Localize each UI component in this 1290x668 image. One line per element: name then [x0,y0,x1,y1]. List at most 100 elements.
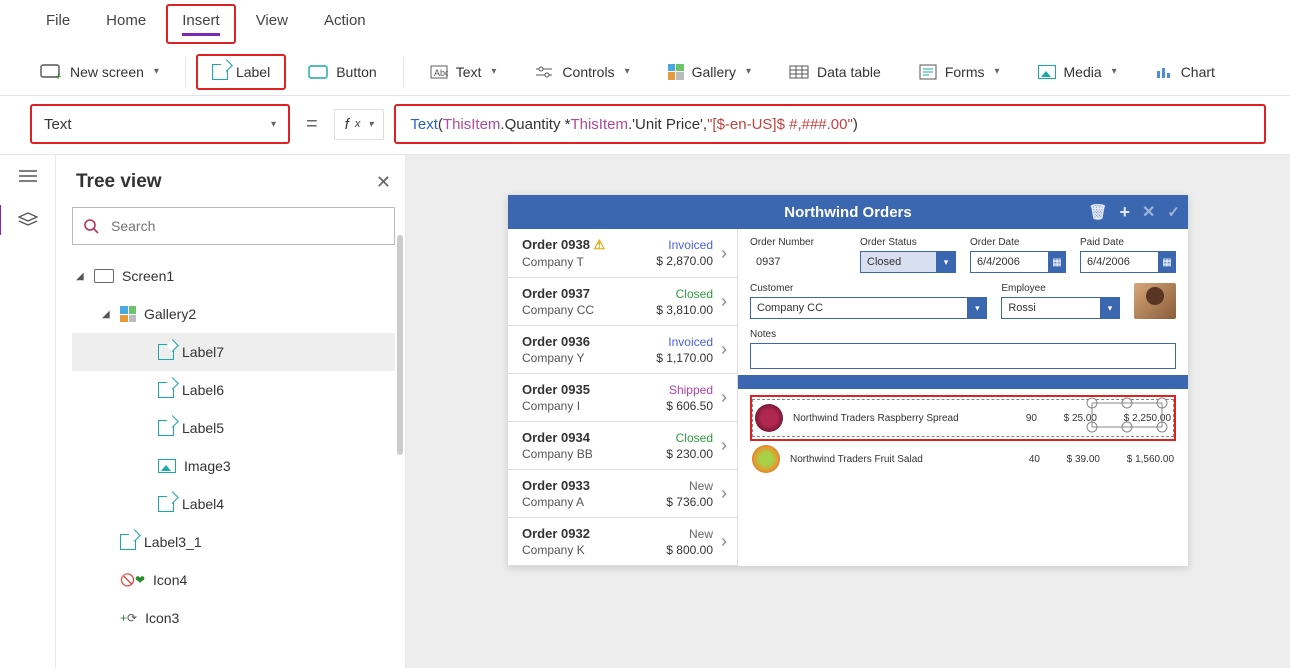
app-title: Northwind Orders [784,204,912,221]
order-row[interactable]: Order 0937Company CC Closed$ 3,810.00 › [508,278,737,326]
order-row[interactable]: Order 0933Company A New$ 736.00 › [508,470,737,518]
confirm-icon[interactable]: ✓ [1167,203,1180,221]
insert-datatable-button[interactable]: Data table [773,54,897,90]
tree-node-label6[interactable]: Label6 [72,371,395,409]
label-icon [158,344,174,360]
insert-label-button[interactable]: Label [196,54,286,90]
tree-node-label5[interactable]: Label5 [72,409,395,447]
order-row[interactable]: Order 0934Company BB Closed$ 230.00 › [508,422,737,470]
section-divider [738,375,1188,389]
menu-bar: File Home Insert View Action [0,0,1290,48]
label-icon [120,534,136,550]
insert-gallery-button[interactable]: Gallery▾ [652,54,767,90]
tree-node-screen1[interactable]: ◢Screen1 [72,257,395,295]
property-selector[interactable]: Text ▾ [30,104,290,144]
svg-text:Abc: Abc [434,68,448,78]
notes-input[interactable] [750,343,1176,369]
tree: ◢Screen1 ◢Gallery2 Label7 Label6 Label5 … [72,257,395,637]
add-icon[interactable]: + [1120,202,1131,223]
ribbon: + New screen▾ Label Button Abc Text▾ Con… [0,48,1290,96]
customer-dropdown[interactable]: Company CC▾ [750,297,987,319]
new-screen-label: New screen [70,64,144,80]
line-item-total: $ 1,560.00 [1110,454,1174,465]
insert-text-button[interactable]: Abc Text▾ [414,54,513,90]
chevron-down-icon: ▾ [625,66,630,77]
label-status: Order Status [860,237,956,248]
orderdate-picker[interactable]: 6/4/2006▦ [970,251,1066,273]
insert-forms-button[interactable]: Forms ▾ [903,54,1016,90]
tree-search[interactable] [72,207,395,245]
tree-scrollbar[interactable] [397,235,403,455]
label-icon [158,420,174,436]
hamburger-icon [19,169,37,183]
label-paiddate: Paid Date [1080,237,1176,248]
insert-forms-label: Forms [945,64,985,80]
insert-button-button[interactable]: Button [292,54,392,90]
formula-input[interactable]: Text( ThisItem.Quantity * ThisItem.'Unit… [394,104,1266,144]
tree-node-gallery2[interactable]: ◢Gallery2 [72,295,395,333]
line-item-selected-frame[interactable]: Northwind Traders Raspberry Spread 90 $ … [750,395,1176,441]
status-dropdown[interactable]: Closed▾ [860,251,956,273]
insert-controls-button[interactable]: Controls ▾ [518,54,645,90]
tree-node-label3-1[interactable]: Label3_1 [72,523,395,561]
menu-insert-label: Insert [182,12,220,29]
insert-controls-label: Controls [562,64,614,80]
formula-token: Text [410,116,438,133]
insert-chart-label: Chart [1181,64,1215,80]
insert-gallery-label: Gallery [692,64,736,80]
menu-insert[interactable]: Insert [166,4,236,44]
menu-home[interactable]: Home [90,4,162,37]
app-title-bar: Northwind Orders 🗑 + ✕ ✓ [508,195,1188,229]
chevron-down-icon: ▾ [491,66,496,77]
chevron-down-icon: ▾ [994,66,999,77]
cancel-icon[interactable]: ✕ [1142,202,1155,222]
employee-avatar [1134,283,1176,319]
paiddate-picker[interactable]: 6/4/2006▦ [1080,251,1176,273]
tree-node-icon3[interactable]: +⟳Icon3 [72,599,395,637]
order-row[interactable]: Order 0938 ⚠Company T Invoiced$ 2,870.00… [508,229,737,278]
employee-dropdown[interactable]: Rossi▾ [1001,297,1120,319]
close-panel-button[interactable]: ✕ [376,172,391,193]
tree-node-label7[interactable]: Label7 [72,333,395,371]
line-item[interactable]: Northwind Traders Fruit Salad 40 $ 39.00… [750,441,1176,477]
new-screen-button[interactable]: + New screen▾ [24,54,175,90]
order-row[interactable]: Order 0935Company I Shipped$ 606.50 › [508,374,737,422]
menu-view[interactable]: View [240,4,304,37]
tree-view-panel: Tree view ✕ ◢Screen1 ◢Gallery2 Label7 La… [56,155,406,668]
label-icon [212,64,228,80]
label-icon [158,382,174,398]
screen-plus-icon: + [40,64,62,80]
label-notes: Notes [750,329,1176,340]
order-list[interactable]: Order 0938 ⚠Company T Invoiced$ 2,870.00… [508,229,738,566]
order-row[interactable]: Order 0932Company K New$ 800.00 › [508,518,737,566]
order-row[interactable]: Order 0936Company Y Invoiced$ 1,170.00 › [508,326,737,374]
chevron-down-icon: ▾ [1112,66,1117,77]
delete-icon[interactable]: 🗑 [1088,203,1107,221]
canvas[interactable]: Northwind Orders 🗑 + ✕ ✓ Order 0938 ⚠Com… [406,155,1290,668]
selection-handles[interactable] [1082,395,1172,435]
rail-hamburger[interactable] [14,165,42,187]
chevron-down-icon: ▾ [1100,297,1120,319]
label-ordernum: Order Number [750,237,846,248]
svg-text:+: + [55,71,61,80]
line-items-gallery[interactable]: Northwind Traders Raspberry Spread 90 $ … [750,395,1176,477]
menu-action[interactable]: Action [308,4,382,37]
button-icon [308,65,328,79]
gallery-icon [668,64,684,80]
label-customer: Customer [750,283,987,294]
search-icon [83,218,99,234]
fx-button[interactable]: fx▾ [334,109,385,140]
tree-node-label4[interactable]: Label4 [72,485,395,523]
menu-file[interactable]: File [30,4,86,37]
rail-tree-view[interactable] [14,209,42,231]
insert-chart-button[interactable]: Chart [1139,54,1231,90]
chevron-down-icon: ▾ [368,119,373,130]
tree-node-image3[interactable]: Image3 [72,447,395,485]
equals-sign: = [300,113,324,136]
form-icon [919,64,937,80]
insert-media-button[interactable]: Media▾ [1022,54,1133,90]
chart-icon [1155,65,1173,79]
product-thumb [755,404,783,432]
tree-search-input[interactable] [109,217,384,235]
tree-node-icon4[interactable]: 🚫❤Icon4 [72,561,395,599]
